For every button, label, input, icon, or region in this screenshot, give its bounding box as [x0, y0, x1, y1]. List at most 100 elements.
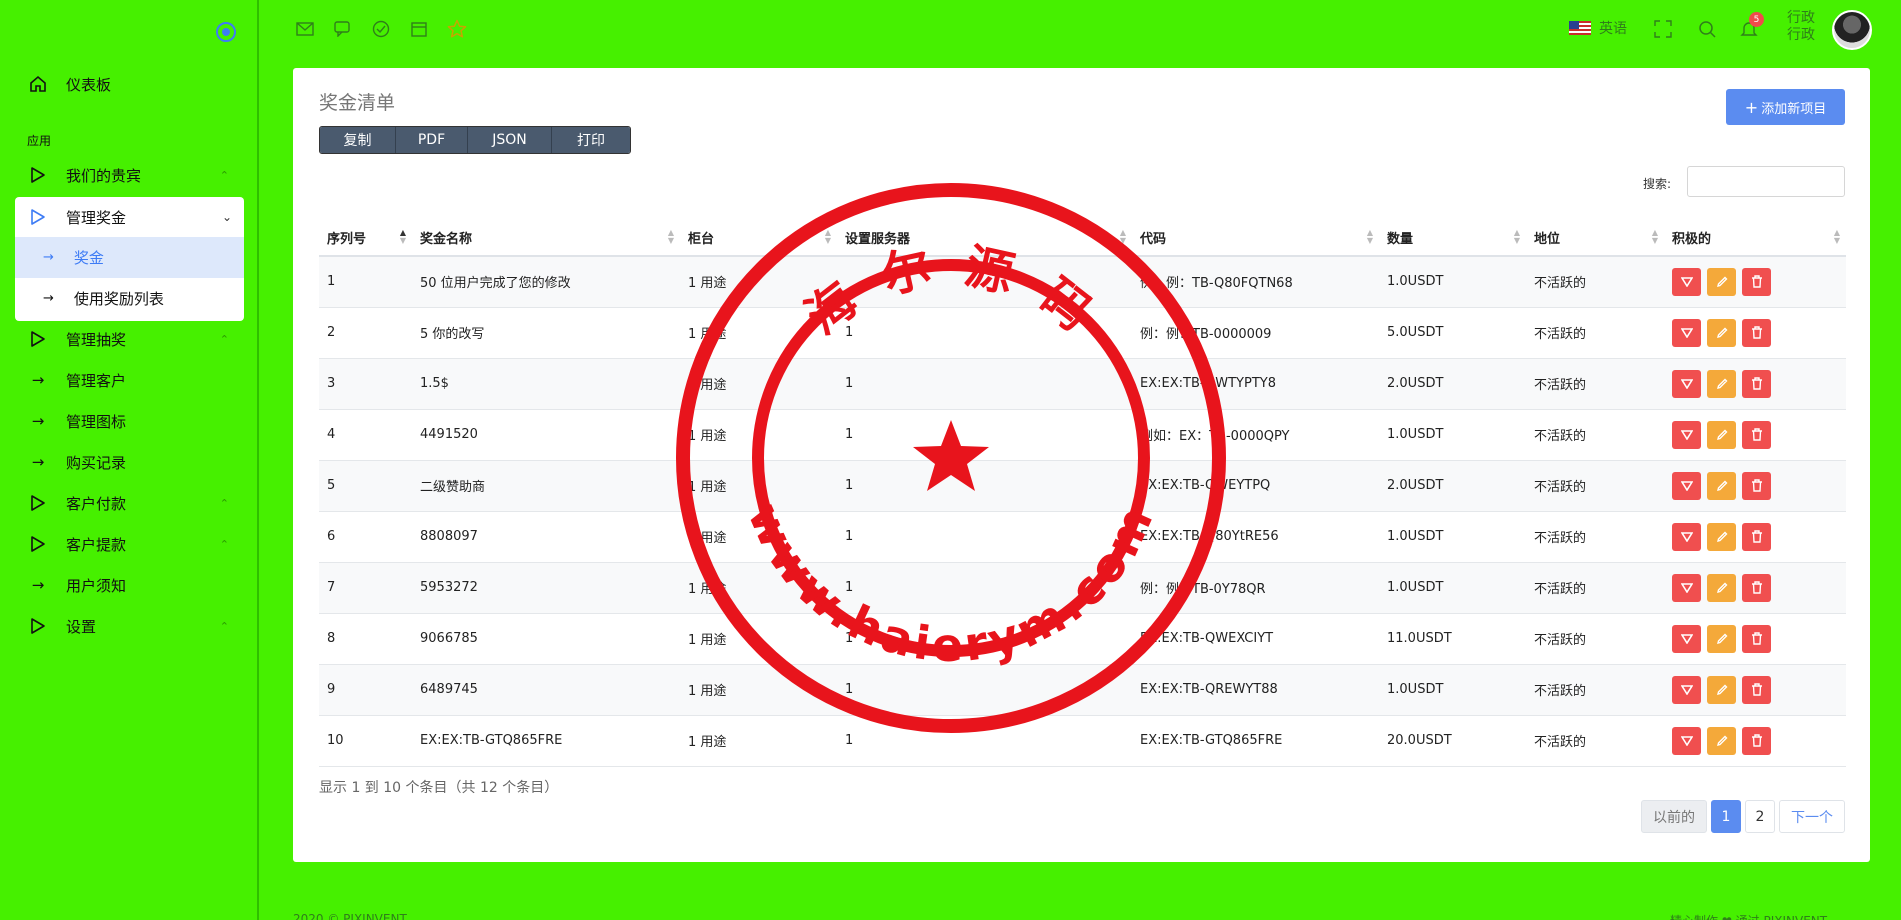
calendar-icon[interactable]: [409, 19, 429, 39]
edit-button[interactable]: [1707, 267, 1736, 296]
delete-button[interactable]: [1742, 573, 1771, 602]
edit-button[interactable]: [1707, 573, 1736, 602]
toggle-status-button[interactable]: [1672, 726, 1701, 755]
toggle-status-button[interactable]: [1672, 522, 1701, 551]
table-cell: 1: [837, 664, 1132, 716]
delete-button[interactable]: [1742, 267, 1771, 296]
sidebar-item-dashboard[interactable]: 仪表板: [15, 64, 243, 104]
table-cell-actions: [1664, 511, 1846, 563]
delete-button[interactable]: [1742, 624, 1771, 653]
sidebar-subitem-reward-list[interactable]: → 使用奖励列表: [15, 278, 244, 319]
star-icon[interactable]: [447, 19, 467, 39]
search-input[interactable]: [1687, 166, 1845, 197]
edit-button[interactable]: [1707, 420, 1736, 449]
search-icon[interactable]: [1697, 19, 1717, 39]
sidebar-collapse-toggle-icon[interactable]: [216, 22, 236, 42]
sort-icon: ▲ ▼: [1833, 228, 1840, 245]
edit-button[interactable]: [1707, 369, 1736, 398]
pagination-page-2[interactable]: 2: [1745, 800, 1775, 833]
sidebar-item-icons[interactable]: → 管理图标: [15, 401, 243, 441]
toggle-status-button[interactable]: [1672, 420, 1701, 449]
print-button[interactable]: 打印: [552, 127, 630, 153]
sidebar-item-notice[interactable]: → 用户须知: [15, 565, 243, 605]
plus-icon: +: [1744, 97, 1759, 117]
triangle-down-icon: [1680, 735, 1693, 746]
delete-button[interactable]: [1742, 318, 1771, 347]
sidebar-item-purchases[interactable]: → 购买记录: [15, 442, 243, 482]
add-new-item-button[interactable]: + 添加新项目: [1726, 89, 1845, 125]
table-row: 7 5953272 1 用途 1 例：例：TB-0Y78QR 1.0USDT 不活跃的: [319, 562, 1846, 614]
sidebar-item-label: 管理客户: [66, 371, 127, 390]
table-cell: 1.0USDT: [1379, 409, 1526, 461]
sidebar-item-payments[interactable]: 客户付款 ⌃: [15, 483, 243, 523]
pagination-page-1[interactable]: 1: [1711, 800, 1741, 833]
table-cell: 1: [837, 358, 1132, 410]
sort-icon: ▲ ▼: [1513, 228, 1520, 245]
table-cell: 1 用途: [680, 409, 837, 461]
toggle-status-button[interactable]: [1672, 675, 1701, 704]
edit-button[interactable]: [1707, 726, 1736, 755]
toggle-status-button[interactable]: [1672, 471, 1701, 500]
table-cell: EX:EX:TB-GTQ865FRE: [412, 715, 680, 767]
chevron-up-icon: ⌃: [219, 496, 229, 510]
pagination-next-button[interactable]: 下一个: [1779, 800, 1845, 833]
avatar[interactable]: [1832, 10, 1872, 50]
table-cell: 9: [319, 664, 412, 716]
toggle-status-button[interactable]: [1672, 624, 1701, 653]
user-info[interactable]: 行政 行政: [1787, 10, 1815, 44]
sidebar-item-lottery[interactable]: 管理抽奖 ⌃: [15, 319, 243, 359]
copy-button[interactable]: 复制: [320, 127, 396, 153]
column-header-actions[interactable]: 积极的 ▲ ▼: [1664, 220, 1846, 257]
pdf-button[interactable]: PDF: [396, 127, 468, 153]
table-cell: 例如：EX：TB-0000QPY: [1132, 409, 1379, 461]
check-circle-icon[interactable]: [371, 19, 391, 39]
trash-icon: [1751, 275, 1762, 288]
delete-button[interactable]: [1742, 675, 1771, 704]
toggle-status-button[interactable]: [1672, 318, 1701, 347]
delete-button[interactable]: [1742, 522, 1771, 551]
sidebar-item-settings[interactable]: 设置 ⌃: [15, 606, 243, 646]
column-header-amount[interactable]: 数量 ▲ ▼: [1379, 220, 1526, 257]
table-cell: 1: [837, 715, 1132, 767]
edit-button[interactable]: [1707, 675, 1736, 704]
trash-icon: [1751, 377, 1762, 390]
column-header-name[interactable]: 奖金名称 ▲ ▼: [412, 220, 680, 257]
delete-button[interactable]: [1742, 726, 1771, 755]
edit-button[interactable]: [1707, 624, 1736, 653]
fullscreen-icon[interactable]: [1653, 19, 1673, 39]
sidebar-item-manage-bonus[interactable]: 管理奖金 ⌄: [15, 197, 244, 237]
triangle-down-icon: [1680, 378, 1693, 389]
edit-button[interactable]: [1707, 318, 1736, 347]
column-header-serial[interactable]: 序列号 ▲ ▼: [319, 220, 412, 257]
toggle-status-button[interactable]: [1672, 267, 1701, 296]
delete-button[interactable]: [1742, 420, 1771, 449]
table-cell: EX:EX:TB-QREWYT88: [1132, 664, 1379, 716]
sidebar-subitem-bonus[interactable]: → 奖金: [15, 237, 244, 278]
table-cell: 8: [319, 613, 412, 665]
language-selector[interactable]: 英语: [1569, 18, 1627, 38]
sidebar-item-withdrawals[interactable]: 客户提款 ⌃: [15, 524, 243, 564]
column-header-label: 数量: [1387, 232, 1414, 247]
edit-button[interactable]: [1707, 471, 1736, 500]
column-header-server[interactable]: 设置服务器 ▲ ▼: [837, 220, 1132, 257]
pencil-icon: [1716, 633, 1727, 644]
delete-button[interactable]: [1742, 471, 1771, 500]
pagination-prev-button[interactable]: 以前的: [1641, 800, 1707, 833]
json-button[interactable]: JSON: [468, 127, 552, 153]
column-header-status[interactable]: 地位 ▲ ▼: [1526, 220, 1664, 257]
column-header-counter[interactable]: 柜台 ▲ ▼: [680, 220, 837, 257]
column-header-code[interactable]: 代码 ▲ ▼: [1132, 220, 1379, 257]
table-cell: 1.0USDT: [1379, 256, 1526, 308]
sidebar-item-vip[interactable]: 我们的贵宾 ⌃: [15, 155, 243, 195]
play-outline-icon: [28, 329, 48, 349]
mail-icon[interactable]: [295, 19, 315, 39]
sidebar-item-customers[interactable]: → 管理客户: [15, 360, 243, 400]
chat-icon[interactable]: [333, 19, 353, 39]
edit-button[interactable]: [1707, 522, 1736, 551]
sort-icon: ▲ ▼: [824, 228, 831, 245]
trash-icon: [1751, 479, 1762, 492]
toggle-status-button[interactable]: [1672, 573, 1701, 602]
delete-button[interactable]: [1742, 369, 1771, 398]
toggle-status-button[interactable]: [1672, 369, 1701, 398]
table-cell-actions: [1664, 562, 1846, 614]
